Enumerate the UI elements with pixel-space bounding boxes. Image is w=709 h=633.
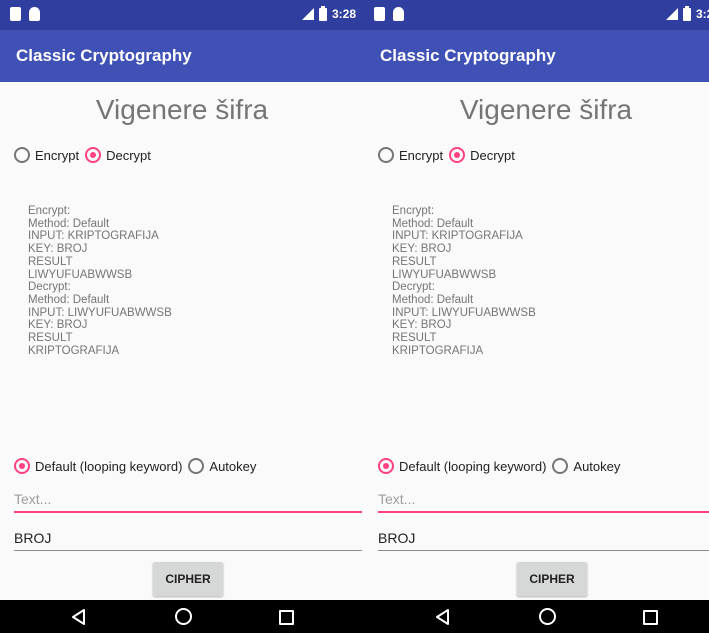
result-log: Encrypt: Method: Default INPUT: KRIPTOGR… [392, 205, 536, 357]
cipher-button[interactable]: CIPHER [153, 562, 223, 596]
encrypt-label[interactable]: Encrypt [399, 148, 443, 163]
autokey-label[interactable]: Autokey [573, 459, 620, 474]
decrypt-label[interactable]: Decrypt [470, 148, 515, 163]
result-log: Encrypt: Method: Default INPUT: KRIPTOGR… [28, 205, 172, 357]
app-bar: Classic Cryptography [364, 30, 709, 82]
log-line: INPUT: LIWYUFUABWWSB [28, 306, 172, 319]
encrypt-label[interactable]: Encrypt [35, 148, 79, 163]
autokey-label[interactable]: Autokey [209, 459, 256, 474]
cipher-button[interactable]: CIPHER [517, 562, 587, 596]
decrypt-label[interactable]: Decrypt [106, 148, 151, 163]
text-input[interactable] [378, 491, 709, 513]
text-field [14, 491, 362, 513]
default-method-label[interactable]: Default (looping keyword) [35, 459, 182, 474]
notification-icon [374, 7, 385, 21]
status-time: 3:28 [331, 7, 356, 21]
recent-apps-icon[interactable] [643, 610, 658, 625]
status-time: 3:28 [695, 7, 709, 21]
log-line: Method: Default [28, 293, 110, 306]
signal-icon [301, 8, 314, 20]
recent-apps-icon[interactable] [279, 610, 294, 625]
default-method-label[interactable]: Default (looping keyword) [399, 459, 546, 474]
log-line: KRIPTOGRAFIJA [392, 344, 484, 357]
log-line: RESULT [392, 255, 437, 268]
battery-icon [318, 5, 327, 21]
navigation-bar [364, 600, 709, 633]
log-line: KEY: BROJ [392, 243, 452, 256]
autokey-radio[interactable] [188, 458, 205, 474]
log-line: RESULT [28, 255, 73, 268]
back-icon[interactable] [436, 609, 450, 625]
encrypt-radio[interactable] [378, 147, 394, 163]
screen-title: Vigenere šifra [95, 94, 269, 125]
decrypt-radio[interactable] [85, 147, 102, 163]
log-line: INPUT: LIWYUFUABWWSB [392, 306, 536, 319]
log-line: KEY: BROJ [392, 319, 452, 332]
method-radio-group: Default (looping keyword) Autokey [378, 458, 626, 474]
default-method-radio[interactable] [14, 458, 30, 474]
log-line: Encrypt: [392, 205, 435, 217]
autokey-radio[interactable] [552, 458, 569, 474]
key-field [14, 530, 362, 551]
android-icon [393, 7, 404, 21]
phone-screen-right: 3:28 Classic Cryptography Vigenere šifra… [364, 0, 709, 633]
key-input[interactable] [14, 530, 362, 551]
status-bar: 3:28 [0, 0, 364, 30]
log-line: Encrypt: [28, 205, 71, 217]
log-line: KEY: BROJ [28, 319, 88, 332]
phone-screen-left: 3:28 Classic Cryptography Vigenere šifra… [0, 0, 364, 633]
log-line: Method: Default [28, 217, 110, 230]
screen-title: Vigenere šifra [459, 94, 633, 125]
text-field [378, 491, 709, 513]
signal-icon [665, 8, 678, 20]
log-line: INPUT: KRIPTOGRAFIJA [28, 230, 159, 243]
status-bar: 3:28 [364, 0, 709, 30]
android-icon [29, 7, 40, 21]
log-line: LIWYUFUABWWSB [392, 268, 497, 281]
key-input[interactable] [378, 530, 709, 551]
back-icon[interactable] [72, 609, 86, 625]
mode-radio-group: Encrypt Decrypt [14, 147, 157, 163]
log-line: Method: Default [392, 217, 474, 230]
encrypt-radio[interactable] [14, 147, 30, 163]
log-line: INPUT: KRIPTOGRAFIJA [392, 230, 523, 243]
notification-icon [10, 7, 21, 21]
home-icon[interactable] [175, 608, 192, 625]
log-line: Decrypt: [28, 281, 71, 294]
battery-icon [682, 5, 691, 21]
log-line: RESULT [392, 332, 437, 345]
log-line: Decrypt: [392, 281, 435, 294]
decrypt-radio[interactable] [449, 147, 466, 163]
default-method-radio[interactable] [378, 458, 394, 474]
log-line: LIWYUFUABWWSB [28, 268, 133, 281]
log-line: Method: Default [392, 293, 474, 306]
home-icon[interactable] [539, 608, 556, 625]
log-line: KEY: BROJ [28, 243, 88, 256]
navigation-bar [0, 600, 364, 633]
app-bar: Classic Cryptography [0, 30, 364, 82]
mode-radio-group: Encrypt Decrypt [378, 147, 521, 163]
log-line: RESULT [28, 332, 73, 345]
key-field [378, 530, 709, 551]
log-line: KRIPTOGRAFIJA [28, 344, 120, 357]
app-title: Classic Cryptography [16, 46, 192, 65]
method-radio-group: Default (looping keyword) Autokey [14, 458, 262, 474]
text-input[interactable] [14, 491, 362, 513]
app-title: Classic Cryptography [380, 46, 556, 65]
